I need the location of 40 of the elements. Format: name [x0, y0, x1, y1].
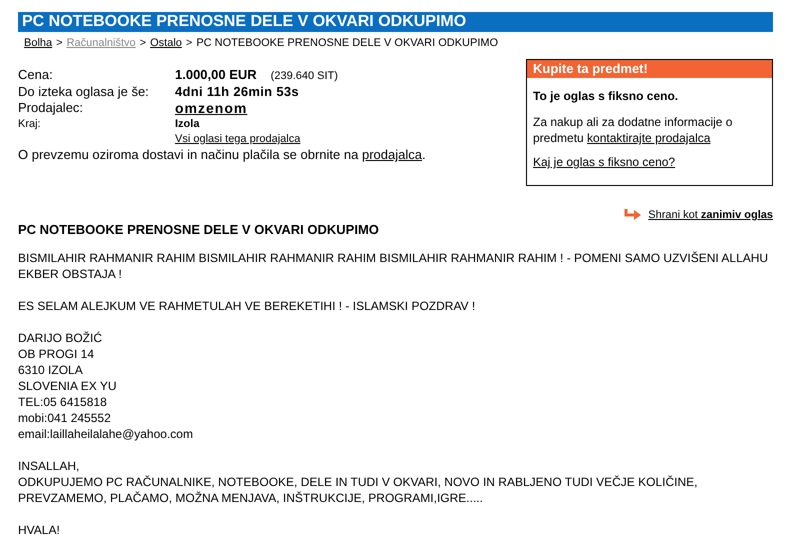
breadcrumb-link[interactable]: Ostalo	[150, 36, 182, 50]
description-text: email:laillaheilalahe@yahoo.com	[18, 426, 194, 442]
breadcrumb-separator: >	[56, 36, 63, 50]
field-label: Do izteka oglasa je še:	[18, 84, 150, 100]
description-text: ODKUPUJEMO PC RAČUNALNIKE, NOTEBOOKE, DELE IN TUDI V OKVARI, NOVO IN RABLJENO TUDI VEČJE KOLIČINE, PREVZAMEMO, PLAČAMO, MOŽNA MENJAVA, INŠTRUKCIJE, PROGRAMI,IGRE.....	[18, 474, 698, 506]
breadcrumb-separator: >	[186, 36, 192, 50]
breadcrumb-current: PC NOTEBOOKE PRENOSNE DELE V OKVARI ODKUPIMO	[196, 36, 498, 50]
field-label: Cena:	[18, 67, 54, 84]
help-link[interactable]: Kaj je oglas s fiksno ceno?	[533, 155, 676, 169]
field-label: Prodajalec:	[18, 100, 84, 116]
currency-conversion: (239.640 SIT)	[270, 69, 338, 84]
breadcrumb-separator: >	[140, 36, 146, 50]
save-link[interactable]: Shrani kot zanimiv oglas	[648, 208, 773, 222]
contact-seller-link[interactable]: kontaktirajte prodajalca	[587, 131, 710, 145]
price-value: 1.000,00 EUR	[175, 67, 257, 83]
contact-note: O prevzemu oziroma dostavi in načinu plačila se obrnite na prodajalca.	[18, 147, 426, 163]
description-text: OB PROGI 14	[18, 346, 96, 362]
seller-link[interactable]: omzenom	[175, 100, 248, 116]
description-text: 6310 IZOLA	[18, 362, 84, 378]
buy-box-header: Kupite ta predmet!	[527, 60, 772, 78]
seller-ads-link[interactable]: Vsi oglasi tega prodajalca	[175, 133, 300, 145]
description-text: SLOVENIA EX YU	[18, 378, 118, 394]
description-text: TEL:05 6415818	[18, 394, 108, 410]
description-text: INSALLAH,	[18, 458, 80, 474]
breadcrumb-link[interactable]: Bolha	[24, 36, 52, 50]
place-value: Izola	[175, 117, 200, 132]
seller-contact-link[interactable]: prodajalca	[362, 147, 422, 162]
description-text: DARIJO BOŽIĆ	[18, 330, 104, 346]
field-label: Kraj:	[18, 117, 42, 132]
fixed-price-note: To je oglas s fiksno ceno.	[532, 88, 680, 104]
title-bar: PC NOTEBOOKE PRENOSNE DELE V OKVARI ODKUPIMO	[18, 12, 773, 32]
description-text: HVALA!	[18, 522, 61, 538]
purchase-info-text: Za nakup ali za dodatne informacije o predmetu kontaktirajte prodajalca	[532, 114, 734, 146]
time-left-value: 4dni 11h 26min 53s	[175, 84, 299, 100]
description-text: mobi:041 245552	[18, 410, 112, 426]
description-text: BISMILAHIR RAHMANIR RAHIM BISMILAHIR RAHMANIR RAHIM BISMILAHIR RAHMANIR RAHIM ! - POMENI SAMO UZVIŠENI ALLAHU EKBER OBSTAJA !	[18, 250, 770, 282]
breadcrumb-link[interactable]: Računalništvo	[66, 36, 136, 50]
description-title: PC NOTEBOOKE PRENOSNE DELE V OKVARI ODKUPIMO	[18, 222, 380, 238]
arrow-icon	[624, 209, 642, 221]
description-text: ES SELAM ALEJKUM VE RAHMETULAH VE BEREKETIHI ! - ISLAMSKI POZDRAV !	[18, 298, 476, 314]
